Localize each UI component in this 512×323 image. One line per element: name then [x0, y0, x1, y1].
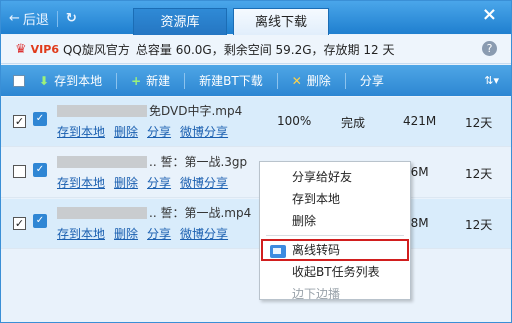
save-local-button[interactable]: ⬇ 存到本地 — [39, 72, 102, 89]
delete-button[interactable]: ✕ 删除 — [292, 72, 331, 89]
file-size: 421M — [403, 114, 437, 128]
redacted-text — [57, 104, 147, 117]
nav-divider — [56, 10, 58, 27]
row-save-link[interactable]: 存到本地 — [57, 176, 105, 190]
status-text: 完成 — [341, 116, 366, 130]
file-name: .. 誓：第一战.3gp — [57, 153, 247, 170]
menu-item-label: 离线转码 — [292, 243, 341, 257]
toolbar-divider — [276, 72, 278, 89]
sort-icon[interactable]: ⇅▾ — [484, 74, 499, 87]
menu-item-offline-transcode[interactable]: 离线转码 — [261, 239, 409, 261]
row-actions: 存到本地 删除 分享 微博分享 — [57, 123, 237, 140]
new-bt-label: 新建BT下载 — [199, 74, 263, 88]
file-name-suffix: .. 誓：第一战.mp4 — [149, 206, 252, 220]
retention-days: 12天 — [465, 218, 493, 232]
row-delete-link[interactable]: 删除 — [114, 227, 138, 241]
account-name: QQ旋风官方 — [62, 42, 130, 57]
delete-label: 删除 — [306, 74, 331, 88]
download-icon: ⬇ — [39, 73, 50, 88]
row-share-link[interactable]: 分享 — [147, 176, 171, 190]
new-bt-button[interactable]: 新建BT下载 — [199, 72, 263, 89]
row-select-box[interactable]: ✓ — [33, 163, 47, 177]
storage-summary: 总容量 60.0G，剩余空间 59.2G，存放期 12 天 — [135, 42, 395, 57]
row-checkbox[interactable]: ✓ — [13, 216, 26, 230]
toolbar-divider — [344, 72, 346, 89]
redacted-text — [57, 155, 147, 168]
retention-days: 12天 — [465, 116, 493, 130]
nav-group: ← 后退 ↻ — [9, 9, 80, 28]
row-actions: 存到本地 删除 分享 微博分享 — [57, 225, 237, 242]
select-all-checkbox[interactable] — [13, 74, 25, 87]
back-arrow-icon[interactable]: ← — [9, 11, 20, 26]
row-weibo-share-link[interactable]: 微博分享 — [180, 176, 228, 190]
help-icon[interactable]: ? — [482, 41, 497, 56]
row-actions: 存到本地 删除 分享 微博分享 — [57, 174, 237, 191]
title-bar: ← 后退 ↻ 资源库 离线下载 × — [1, 1, 511, 35]
menu-item-collapse-bt[interactable]: 收起BT任务列表 — [260, 261, 410, 283]
close-icon[interactable]: × — [482, 4, 497, 25]
file-name-suffix: 免DVD中字.mp4 — [149, 104, 243, 118]
retention-days: 12天 — [465, 167, 493, 181]
toolbar-divider — [184, 72, 186, 89]
share-label: 分享 — [359, 74, 384, 88]
crown-icon: ♛ — [15, 41, 27, 57]
menu-divider — [266, 235, 404, 236]
row-checkbox[interactable]: ✓ — [13, 114, 26, 128]
new-label: 新建 — [146, 74, 171, 88]
row-share-link[interactable]: 分享 — [147, 227, 171, 241]
file-name: .. 誓：第一战.mp4 — [57, 204, 251, 221]
refresh-icon[interactable]: ↻ — [66, 11, 77, 26]
save-local-label: 存到本地 — [54, 74, 103, 88]
back-button[interactable]: 后退 — [23, 9, 49, 28]
share-button[interactable]: 分享 — [360, 72, 384, 89]
context-menu: 分享给好友 存到本地 删除 离线转码 收起BT任务列表 边下边播 — [259, 161, 411, 301]
vip-badge: VIP6 — [30, 42, 59, 56]
progress-percent: 100% — [277, 114, 312, 128]
redacted-text — [57, 206, 147, 219]
transcode-icon — [270, 245, 286, 258]
file-name-suffix: .. 誓：第一战.3gp — [149, 155, 248, 169]
file-name: 免DVD中字.mp4 — [57, 102, 242, 119]
new-button[interactable]: + 新建 — [131, 72, 170, 89]
table-row[interactable]: ✓ ✓ .. 誓：第一战.mp4 存到本地 删除 分享 微博分享 58M 12天 — [1, 199, 511, 249]
row-share-link[interactable]: 分享 — [147, 125, 171, 139]
plus-icon: + — [131, 73, 142, 88]
toolbar: ⬇ 存到本地 + 新建 新建BT下载 ✕ 删除 分享 ⇅▾ — [1, 65, 511, 96]
table-row[interactable]: ✓ .. 誓：第一战.3gp 存到本地删除分享微博分享 完成 46M 12天 — [1, 148, 511, 198]
row-checkbox[interactable] — [13, 165, 26, 181]
row-weibo-share-link[interactable]: 微博分享 — [180, 125, 228, 139]
delete-x-icon: ✕ — [291, 73, 302, 88]
row-save-link[interactable]: 存到本地 — [57, 125, 105, 139]
menu-item-share-friend[interactable]: 分享给好友 — [260, 166, 410, 188]
row-select-box[interactable]: ✓ — [33, 112, 47, 126]
app-window: ← 后退 ↻ 资源库 离线下载 × ♛ VIP6 QQ旋风官方 总容量 60.0… — [0, 0, 512, 323]
toolbar-divider — [116, 72, 118, 89]
menu-item-play-while-download: 边下边播 — [292, 287, 341, 301]
row-delete-link[interactable]: 删除 — [114, 176, 138, 190]
row-save-link[interactable]: 存到本地 — [57, 227, 105, 241]
tab-resource-library[interactable]: 资源库 — [133, 8, 227, 35]
row-select-box[interactable]: ✓ — [33, 214, 47, 228]
table-row[interactable]: ✓ ✓ 免DVD中字.mp4 存到本地 删除 分享 微博分享 100% 完成 421M… — [1, 97, 511, 147]
row-weibo-share-link[interactable]: 微博分享 — [180, 227, 228, 241]
tab-offline-download[interactable]: 离线下载 — [233, 8, 329, 35]
menu-item-delete[interactable]: 删除 — [260, 210, 410, 232]
row-delete-link[interactable]: 删除 — [114, 125, 138, 139]
menu-item-save-local[interactable]: 存到本地 — [260, 188, 410, 210]
account-info-bar: ♛ VIP6 QQ旋风官方 总容量 60.0G，剩余空间 59.2G，存放期 1… — [1, 35, 511, 64]
